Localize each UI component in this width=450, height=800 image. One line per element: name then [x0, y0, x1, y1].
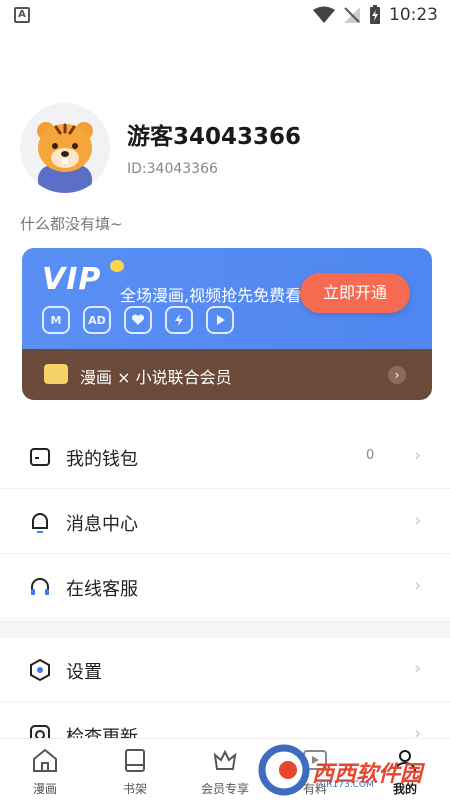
menu-label: 我的钱包: [66, 449, 138, 470]
watermark-site: CR173.COM: [320, 780, 374, 790]
user-bio[interactable]: 什么都没有填~: [20, 213, 123, 234]
nav-tab-bookshelf[interactable]: 书架: [90, 739, 180, 800]
chevron-right-icon: ›: [388, 366, 406, 384]
battery-icon: [370, 5, 380, 24]
comic-m-icon: M: [42, 306, 70, 334]
wallet-balance: 0: [366, 448, 375, 463]
vip-badge-icon: [44, 364, 68, 384]
home-icon: [33, 748, 57, 772]
vip-open-button[interactable]: 立即开通: [300, 273, 410, 313]
status-bar: A 10:23: [0, 0, 450, 30]
notification-a-icon: A: [14, 7, 30, 23]
vip-description: 全场漫画,视频抢先免费看: [120, 286, 302, 305]
nav-label: 书架: [122, 782, 147, 796]
avatar[interactable]: [20, 103, 110, 193]
heart-icon: [124, 306, 152, 334]
bell-icon: [32, 513, 48, 533]
menu-label: 消息中心: [66, 514, 138, 535]
nav-tab-vip[interactable]: 会员专享: [180, 739, 270, 800]
vip-logo: VIP: [42, 262, 102, 297]
no-ad-icon: AD: [83, 306, 111, 334]
tiger-avatar-icon: [37, 122, 93, 193]
wifi-icon: [313, 6, 335, 23]
menu-label: 设置: [66, 662, 102, 683]
vip-benefit-icons: M AD: [42, 306, 234, 334]
username: 游客34043366: [127, 124, 302, 150]
menu-item-support[interactable]: 在线客服 ›: [0, 555, 450, 619]
section-divider: [0, 620, 450, 638]
menu-label: 在线客服: [66, 579, 138, 600]
screen: A 10:23 游客34043366 ID:34043366 什么都没有填~ V…: [0, 0, 450, 800]
headset-icon: [31, 578, 49, 595]
chevron-right-icon: ›: [414, 575, 422, 596]
no-signal-icon: [344, 7, 360, 23]
user-id: ID:34043366: [127, 161, 218, 177]
crown-icon: [213, 749, 237, 770]
lightning-icon: [165, 306, 193, 334]
union-membership-bar[interactable]: 漫画 × 小说联合会员 ›: [22, 349, 432, 400]
settings-icon: [30, 658, 50, 682]
menu-item-settings[interactable]: 设置 ›: [0, 638, 450, 702]
menu-item-messages[interactable]: 消息中心 ›: [0, 490, 450, 554]
wallet-icon: [30, 448, 50, 466]
play-icon: [206, 306, 234, 334]
nav-tab-comics[interactable]: 漫画: [0, 739, 90, 800]
watermark: 西西软件园 CR173.COM: [258, 744, 438, 796]
chevron-right-icon: ›: [414, 658, 422, 679]
watermark-logo-icon: [258, 744, 310, 796]
vip-banner[interactable]: VIP 全场漫画,视频抢先免费看 立即开通 M AD: [22, 248, 432, 349]
menu-item-wallet[interactable]: 我的钱包 0 ›: [0, 425, 450, 489]
status-icons: 10:23: [313, 4, 438, 26]
union-membership-text: 漫画 × 小说联合会员: [80, 368, 232, 387]
clock: 10:23: [389, 5, 438, 25]
chevron-right-icon: ›: [414, 445, 422, 466]
vip-card[interactable]: VIP 全场漫画,视频抢先免费看 立即开通 M AD 漫画 × 小说联合会员 ›: [22, 248, 432, 400]
bookshelf-icon: [125, 749, 145, 772]
nav-label: 会员专享: [200, 782, 249, 796]
nav-label: 漫画: [32, 782, 57, 796]
chevron-right-icon: ›: [414, 510, 422, 531]
crown-icon: [110, 260, 124, 272]
